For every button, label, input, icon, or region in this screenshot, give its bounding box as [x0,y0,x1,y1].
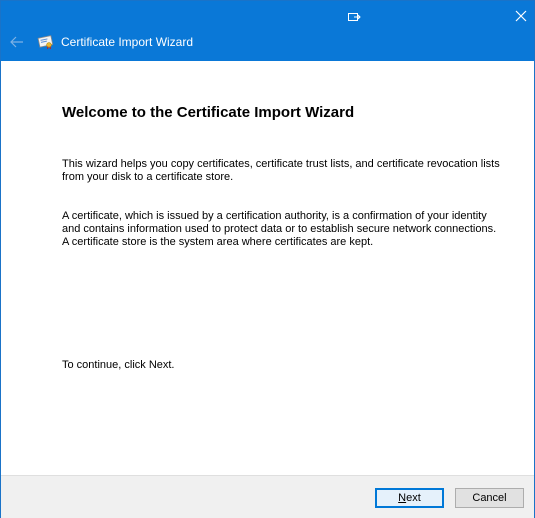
window-title: Certificate Import Wizard [61,35,194,49]
button-bar: Next Cancel [1,475,534,518]
title-row: Certificate Import Wizard [1,27,534,57]
wizard-content: Welcome to the Certificate Import Wizard… [1,61,534,475]
certificate-icon [37,34,55,50]
next-mnemonic: N [398,492,407,504]
intro-paragraph: This wizard helps you copy certificates,… [62,158,500,183]
title-bar: Certificate Import Wizard [1,1,534,61]
cancel-button[interactable]: Cancel [455,488,524,508]
close-icon[interactable] [507,5,535,27]
back-arrow-icon[interactable] [3,28,31,56]
next-button[interactable]: Next [375,488,444,508]
wizard-heading: Welcome to the Certificate Import Wizard [62,104,355,121]
certificate-import-wizard-window: Certificate Import Wizard Welcome to the… [0,0,535,518]
continue-instruction: To continue, click Next. [62,359,175,371]
restore-icon[interactable] [341,6,367,28]
certificate-description-paragraph: A certificate, which is issued by a cert… [62,210,497,248]
next-label-rest: ext [406,492,421,504]
